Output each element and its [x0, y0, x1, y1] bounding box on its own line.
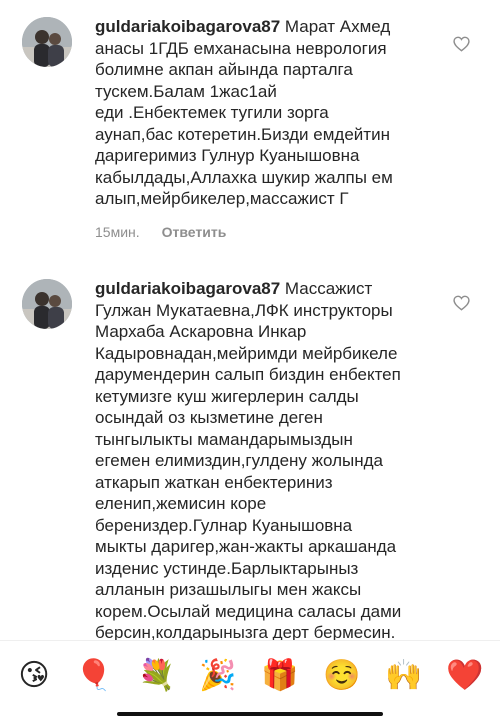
comment-username[interactable]: guldariakoibagarova87: [95, 279, 280, 298]
comment-time: 15мин.: [95, 224, 140, 240]
bouquet-emoji-icon[interactable]: 💐: [138, 657, 176, 695]
balloon-emoji-icon[interactable]: 🎈: [75, 657, 113, 695]
comment-body: Марат Ахмед анасы 1ГДБ емханасына неврол…: [95, 17, 393, 208]
like-heart-icon[interactable]: [453, 36, 470, 52]
smiling-face-emoji-icon[interactable]: ☺️: [323, 657, 361, 695]
comment-meta: 15мин. Ответить: [95, 224, 226, 240]
avatar[interactable]: [22, 17, 72, 67]
comment-text: guldariakoibagarova87 Массажист Гулжан М…: [95, 278, 445, 644]
kiss-face-emoji-icon[interactable]: 😘: [15, 657, 53, 695]
emoji-reaction-bar: 😘 🎈 💐 🎉 🎁 ☺️ 🙌 ❤️: [0, 640, 500, 717]
home-indicator: [117, 712, 383, 716]
comment-2: guldariakoibagarova87 Массажист Гулжан М…: [0, 270, 500, 642]
raised-hands-emoji-icon[interactable]: 🙌: [385, 657, 423, 695]
avatar[interactable]: [22, 279, 72, 329]
comment-text: guldariakoibagarova87 Марат Ахмед анасы …: [95, 16, 445, 210]
like-heart-icon[interactable]: [453, 295, 470, 311]
party-popper-emoji-icon[interactable]: 🎉: [199, 657, 237, 695]
red-heart-emoji-icon[interactable]: ❤️: [446, 657, 484, 695]
comment-username[interactable]: guldariakoibagarova87: [95, 17, 280, 36]
comment-1: guldariakoibagarova87 Марат Ахмед анасы …: [0, 0, 500, 250]
reply-button[interactable]: Ответить: [162, 224, 227, 240]
comment-body: Массажист Гулжан Мукатаевна,ЛФК инструкт…: [95, 279, 402, 642]
gift-emoji-icon[interactable]: 🎁: [261, 657, 299, 695]
